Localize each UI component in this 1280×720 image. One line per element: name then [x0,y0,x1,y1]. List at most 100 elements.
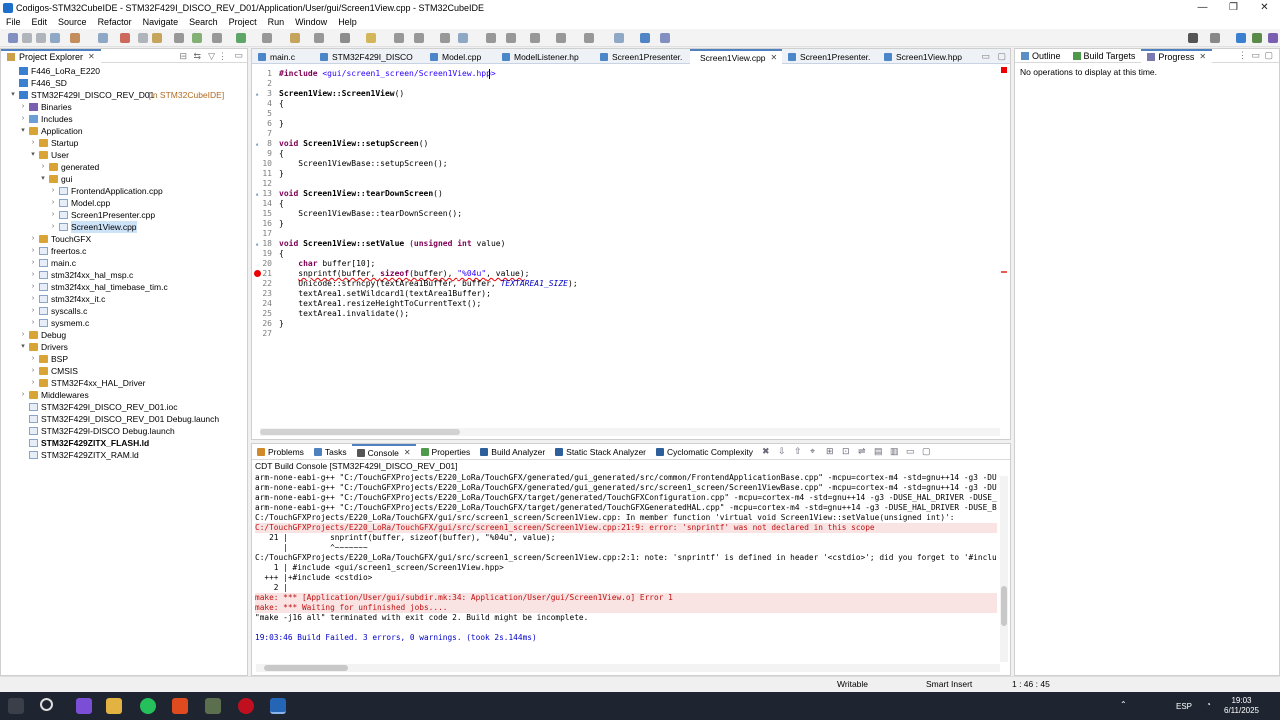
tree-item[interactable]: › stm32f4xx_hal_timebase_tim.c [1,281,247,293]
expand-arrow-icon[interactable]: › [29,257,37,269]
expand-arrow-icon[interactable]: › [49,221,57,233]
expand-arrow-icon[interactable]: › [29,293,37,305]
editor-tab[interactable]: Model.cpp [424,49,496,64]
scroll-lock-icon[interactable]: ⇩ [778,446,786,457]
menu-edit[interactable]: Edit [27,17,54,27]
perspective-icon[interactable] [1210,33,1220,43]
editor-tab[interactable]: Screen1Presenter. [782,49,878,64]
tree-item[interactable]: › generated [1,161,247,173]
debug-perspective-icon[interactable] [1252,33,1262,43]
tree-item[interactable]: ▾ Drivers [1,341,247,353]
expand-arrow-icon[interactable]: ▾ [19,125,27,137]
menu-file[interactable]: File [1,17,27,27]
filter-icon[interactable]: ▽ [208,51,215,62]
toolbar-icon[interactable] [174,33,184,43]
close-icon[interactable]: ✕ [404,448,411,457]
expand-arrow-icon[interactable]: › [29,305,37,317]
tree-item[interactable]: STM32F429ZITX_RAM.ld [1,449,247,461]
tree-item[interactable]: › freertos.c [1,245,247,257]
toolbar-icon[interactable] [660,33,670,43]
maximize-editor-icon[interactable]: ▢ [997,51,1006,62]
expand-arrow-icon[interactable]: › [29,353,37,365]
toolbar-icon[interactable] [236,33,246,43]
windows-start-icon[interactable] [8,698,24,714]
close-icon[interactable]: ✕ [88,52,95,61]
tree-item[interactable]: › Includes [1,113,247,125]
toolbar-icon[interactable] [98,33,108,43]
editor-tab[interactable]: Screen1View.hpp [878,49,974,64]
wifi-icon[interactable]: ◔ [1206,700,1211,709]
tree-item[interactable]: ▾ User [1,149,247,161]
toolbar-icon[interactable] [440,33,450,43]
menu-run[interactable]: Run [263,17,291,27]
expand-arrow-icon[interactable]: › [19,389,27,401]
word-wrap-icon[interactable]: ⇌ [858,446,866,457]
display-console-icon[interactable]: ▤ [874,446,883,457]
fold-icon[interactable]: ▴ [255,89,259,99]
cubeide-perspective-icon[interactable] [1236,33,1246,43]
menu-refactor[interactable]: Refactor [93,17,138,27]
tree-item[interactable]: › main.c [1,257,247,269]
expand-arrow-icon[interactable]: ▾ [9,89,17,101]
minimize-view-icon[interactable]: ▭ [234,50,243,61]
tab-tasks[interactable]: Tasks [309,444,352,459]
toolbar-icon[interactable] [120,33,130,43]
tree-item[interactable]: › Middlewares [1,389,247,401]
copy-icon[interactable]: ⊡ [842,446,850,457]
toolbar-icon[interactable] [394,33,404,43]
expand-arrow-icon[interactable]: › [19,113,27,125]
file-explorer-icon[interactable] [106,698,122,714]
close-window-button[interactable]: ✕ [1249,0,1280,15]
menu-window[interactable]: Window [290,17,333,27]
tree-item[interactable]: ▾ STM32F429I_DISCO_REV_D01 [in STM32CubeI… [1,89,247,101]
show-on-output-icon[interactable]: ⇧ [794,446,802,457]
tab-build-targets[interactable]: Build Targets [1067,49,1142,63]
toolbar-icon[interactable] [340,33,350,43]
expand-arrow-icon[interactable]: › [49,185,57,197]
expand-arrow-icon[interactable]: › [19,101,27,113]
stm32cubeide-icon[interactable] [270,698,286,714]
expand-arrow-icon[interactable]: › [29,377,37,389]
toolbar-icon[interactable] [8,33,18,43]
clear-console-icon[interactable]: ⊞ [826,446,834,457]
editor-tab[interactable]: Screen1View.cpp ✕ [690,49,782,64]
tree-item[interactable]: F446_LoRa_E220 [1,65,247,77]
tree-item[interactable]: › FrontendApplication.cpp [1,185,247,197]
toolbar-icon[interactable] [50,33,60,43]
tree-item[interactable]: › Binaries [1,101,247,113]
search-icon[interactable] [1188,33,1198,43]
minimize-editor-icon[interactable]: ▭ [981,51,990,62]
tree-item[interactable]: STM32F429I_DISCO_REV_D01 Debug.launch [1,413,247,425]
editor-tab[interactable]: STM32F429I_DISCO [314,49,424,64]
fold-icon[interactable]: ▴ [255,239,259,249]
app-icon-2[interactable] [205,698,221,714]
toolbar-icon[interactable] [506,33,516,43]
team-perspective-icon[interactable] [1268,33,1278,43]
expand-arrow-icon[interactable]: › [39,161,47,173]
expand-arrow-icon[interactable]: › [29,365,37,377]
terminate-icon[interactable]: ✖ [762,446,770,457]
menu-project[interactable]: Project [224,17,263,27]
toolbar-icon[interactable] [192,33,202,43]
tree-item[interactable]: › Debug [1,329,247,341]
toolbar-icon[interactable] [414,33,424,43]
keyboard-language[interactable]: ESP [1176,702,1192,711]
editor-tab[interactable]: main.c [252,49,314,64]
error-marker-icon[interactable] [1001,67,1007,73]
app-icon-1[interactable] [76,698,92,714]
console-hscroll[interactable] [256,664,1000,672]
toolbar-icon[interactable] [366,33,376,43]
link-editor-icon[interactable]: ⇆ [193,51,201,62]
open-console-icon[interactable]: ▥ [890,446,899,457]
expand-arrow-icon[interactable]: › [29,233,37,245]
expand-arrow-icon[interactable]: › [49,209,57,221]
tree-item[interactable]: › stm32f4xx_hal_msp.c [1,269,247,281]
tree-item[interactable]: › Screen1View.cpp [1,221,247,233]
toolbar-icon[interactable] [486,33,496,43]
menu-source[interactable]: Source [53,17,93,27]
minimize-view-icon[interactable]: ▭ [1251,50,1260,61]
toolbar-icon[interactable] [314,33,324,43]
expand-arrow-icon[interactable]: › [19,329,27,341]
toolbar-icon[interactable] [614,33,624,43]
tree-item[interactable]: › Model.cpp [1,197,247,209]
